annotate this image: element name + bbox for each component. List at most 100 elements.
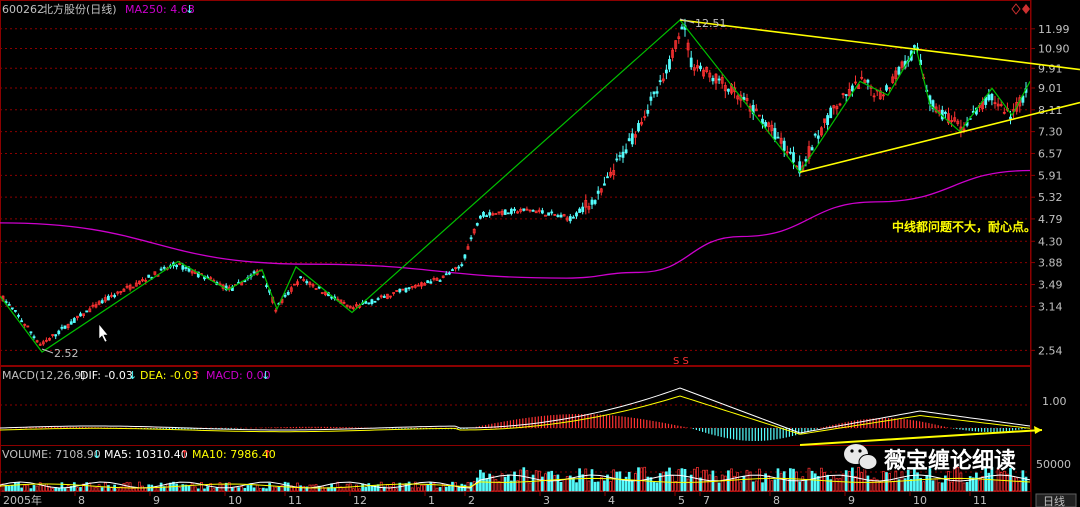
diamond-filled-icon[interactable] <box>1022 4 1030 14</box>
volume-bar <box>131 488 135 492</box>
candle-body <box>147 274 151 278</box>
volume-bar <box>572 477 575 492</box>
volume-bar <box>773 479 777 492</box>
volume-bar <box>212 488 216 492</box>
volume-bar <box>265 488 268 492</box>
ma10-arrow: ↑ <box>263 448 272 461</box>
volume-bar <box>355 484 358 492</box>
volume-bar <box>138 481 141 492</box>
volume-bar <box>20 487 23 492</box>
volume-bar <box>993 479 997 492</box>
volume-bar <box>857 466 860 492</box>
volume-bar <box>575 482 578 492</box>
candle-body <box>376 298 380 300</box>
volume-bar <box>35 485 39 492</box>
volume-bar <box>444 486 448 492</box>
macd-trendline-arrow <box>1034 426 1042 434</box>
zigzag-polyline <box>0 19 1031 353</box>
volume-bar <box>237 487 240 492</box>
volume-bar <box>255 484 259 492</box>
time-tick-label: 2 <box>468 494 475 507</box>
price-axis: 11.9910.909.919.018.117.306.575.915.324.… <box>1030 23 1070 357</box>
volume-bar <box>798 481 802 492</box>
volume-bar <box>947 471 950 492</box>
volume-bar <box>547 471 550 492</box>
volume-bar <box>553 475 557 492</box>
volume-bar <box>258 488 262 492</box>
volume-bar <box>88 482 92 492</box>
period-button-label[interactable]: 日线 <box>1043 494 1065 507</box>
candle-body <box>987 94 991 101</box>
macd-panel-plot <box>0 387 1043 446</box>
period-button[interactable]: 日线 <box>1035 493 1077 507</box>
volume-bar <box>252 487 256 492</box>
price-tick-label: 11.99 <box>1038 23 1070 36</box>
candle-body <box>630 133 634 145</box>
volume-bar <box>7 486 11 492</box>
volume-bar <box>193 486 197 492</box>
volume-bar <box>351 488 355 492</box>
candle-body <box>407 287 411 290</box>
macd-name: MACD(12,26,9) <box>2 369 86 382</box>
window-controls[interactable] <box>1011 3 1030 15</box>
candle-body <box>522 208 526 211</box>
candle-body <box>590 199 594 205</box>
volume-bar <box>541 476 544 492</box>
candle-body <box>398 288 402 293</box>
candle-body <box>727 88 730 92</box>
volume-bar <box>277 486 281 492</box>
zigzag-lines <box>0 19 1031 353</box>
candle-body <box>265 285 268 287</box>
candle-body <box>373 300 377 303</box>
candle-body <box>606 176 609 179</box>
volume-bar <box>587 480 591 492</box>
volume-bar <box>826 474 829 492</box>
volume-bar <box>612 469 616 492</box>
candle-body <box>382 295 386 298</box>
candle-body <box>429 281 433 284</box>
volume-bar <box>302 485 306 492</box>
volume-bar <box>45 483 48 492</box>
diamond-icon[interactable] <box>1011 3 1021 15</box>
candle-body <box>621 151 625 158</box>
volume-bar <box>745 469 749 492</box>
time-tick-label: 5 <box>678 494 685 507</box>
candle-body <box>717 78 721 81</box>
candle-body <box>494 213 498 215</box>
volume-bar <box>134 487 138 492</box>
volume-bar <box>621 479 625 492</box>
volume-bar <box>494 479 498 492</box>
volume-bar <box>860 472 864 492</box>
volume-bar <box>525 470 529 492</box>
price-tick-label: 2.54 <box>1038 344 1063 357</box>
volume-bar <box>379 481 383 492</box>
volume-bar <box>26 484 30 492</box>
volume-bar <box>593 481 597 492</box>
volume-bar <box>640 467 643 492</box>
volume-bar <box>779 473 783 492</box>
low-price-label: 2.52 <box>54 347 79 360</box>
volume-bar <box>1006 473 1009 492</box>
candle-body <box>13 310 17 312</box>
volume-label: VOLUME: 7108.90 <box>2 448 101 461</box>
volume-bar <box>940 482 944 492</box>
candle-body <box>299 276 303 279</box>
candle-body <box>460 264 464 267</box>
volume-bar <box>872 477 876 492</box>
volume-bar <box>761 482 764 492</box>
volume-bar <box>795 471 798 492</box>
volume-bar <box>782 471 786 492</box>
volume-bar <box>41 485 45 492</box>
volume-bar <box>959 472 963 492</box>
high-price-label: 12.51 <box>695 17 727 30</box>
candle-body <box>885 85 888 91</box>
volume-bar <box>832 475 836 492</box>
volume-bar <box>271 485 275 492</box>
volume-panel-plot <box>0 466 1031 492</box>
volume-bar <box>739 481 743 492</box>
volume-bar <box>869 479 873 492</box>
volume-bar <box>683 469 687 492</box>
candle-body <box>618 155 622 157</box>
candle-body <box>559 214 563 218</box>
candle-body <box>680 26 684 30</box>
